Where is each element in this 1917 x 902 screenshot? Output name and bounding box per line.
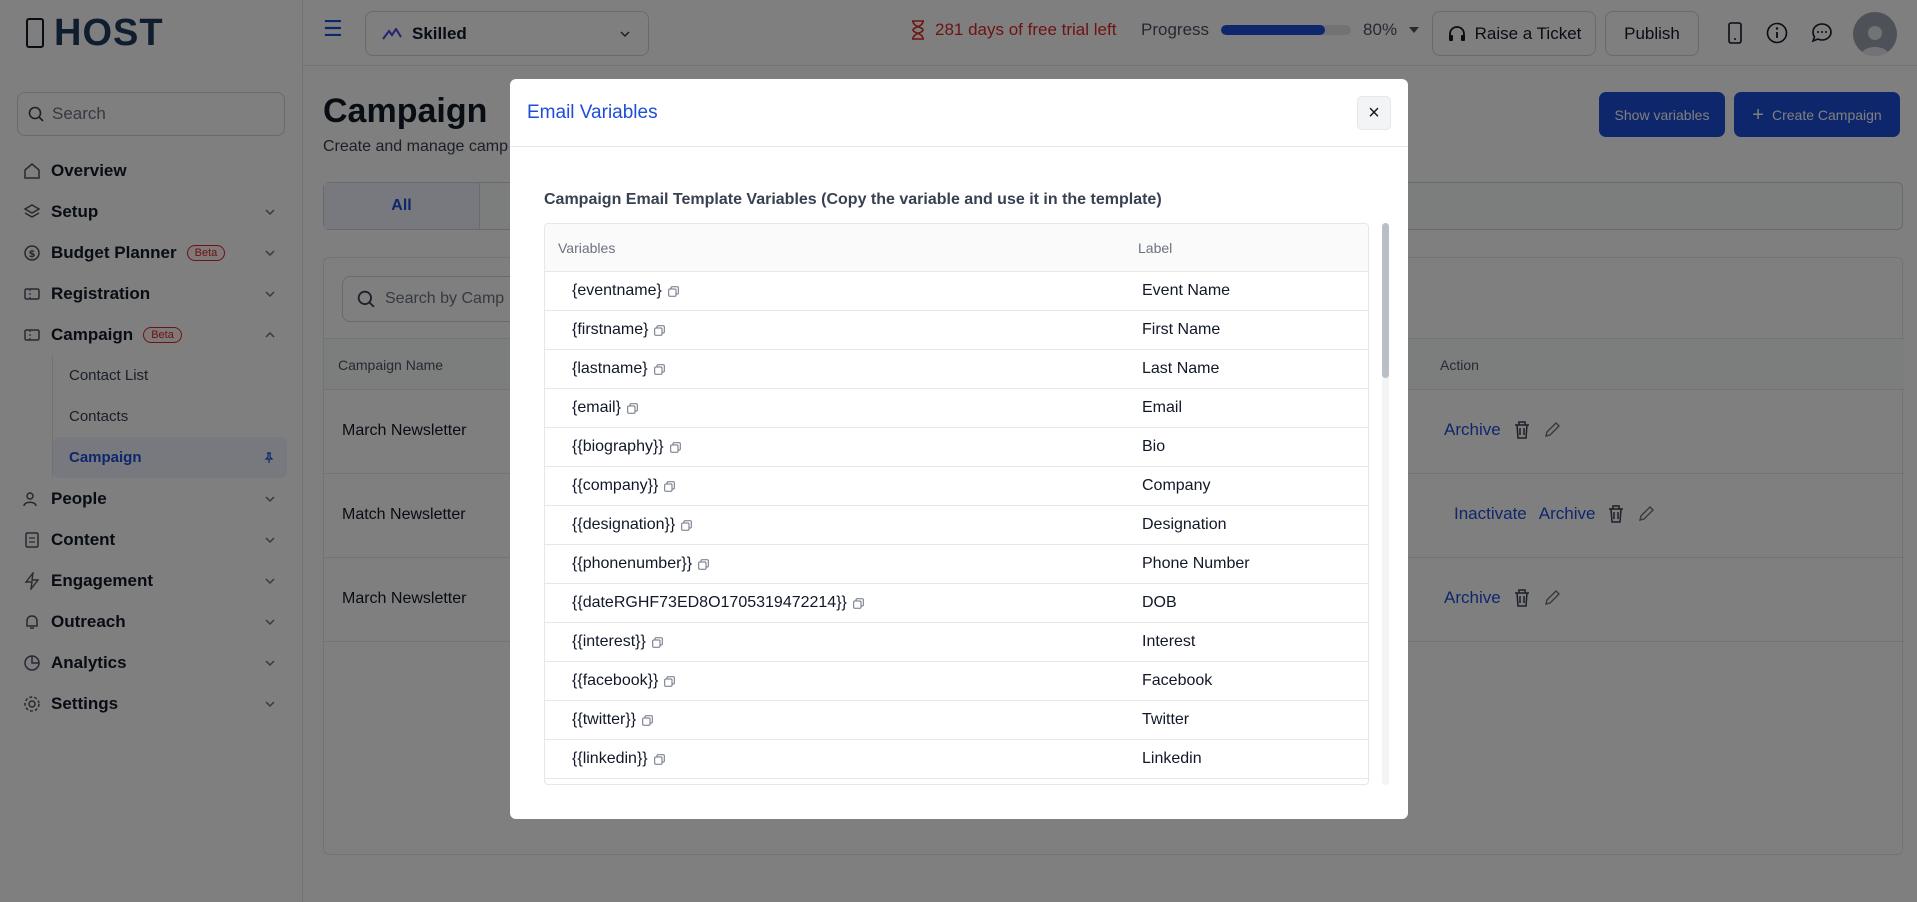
copy-icon[interactable]	[664, 675, 676, 687]
variable-token[interactable]: {{dateRGHF73ED8O1705319472214}}	[572, 594, 847, 612]
variable-cell[interactable]: {email}	[572, 399, 638, 417]
column-header-variables: Variables	[558, 240, 616, 256]
variable-token[interactable]: {{company}}	[572, 477, 658, 495]
close-icon: ×	[1368, 101, 1380, 124]
close-button[interactable]: ×	[1357, 96, 1391, 130]
copy-icon[interactable]	[652, 636, 663, 648]
variable-cell[interactable]: {{linkedin}}	[572, 750, 665, 768]
variable-label: Event Name	[1142, 282, 1231, 299]
copy-icon[interactable]	[627, 402, 638, 414]
variable-cell[interactable]: {{facebook}}	[572, 672, 676, 690]
variable-token[interactable]: {lastname}	[572, 360, 648, 378]
table-row: {email} Email	[545, 389, 1368, 428]
variable-label: First Name	[1142, 321, 1221, 338]
variable-token[interactable]: {email}	[572, 399, 621, 417]
copy-icon[interactable]	[654, 324, 666, 336]
table-row: {{designation}} Designation	[545, 506, 1368, 545]
table-row: {{biography}} Bio	[545, 428, 1368, 467]
copy-icon[interactable]	[853, 597, 864, 609]
variable-cell[interactable]: {firstname}	[572, 321, 666, 339]
variable-token[interactable]: {{designation}}	[572, 516, 675, 534]
variable-cell[interactable]: {{company}}	[572, 477, 676, 495]
variable-token[interactable]: {{linkedin}}	[572, 750, 648, 768]
variable-label: Facebook	[1142, 672, 1213, 689]
variable-cell[interactable]: {eventname}	[572, 282, 679, 300]
table-row: {{facebook}} Facebook	[545, 662, 1368, 701]
email-variables-modal: Email Variables × Campaign Email Templat…	[510, 79, 1408, 819]
variable-token[interactable]: {{interest}}	[572, 633, 646, 651]
table-row: {eventname} Event Name	[545, 272, 1368, 311]
variable-label: Phone Number	[1142, 555, 1250, 572]
copy-icon[interactable]	[642, 714, 653, 726]
variable-token[interactable]: {eventname}	[572, 282, 662, 300]
copy-icon[interactable]	[698, 558, 709, 570]
variable-cell[interactable]: {{biography}}	[572, 438, 681, 456]
variable-cell[interactable]: {{interest}}	[572, 633, 663, 651]
modal-scrollbar[interactable]	[1382, 223, 1389, 785]
column-header-label: Label	[1138, 240, 1173, 256]
variable-token[interactable]: {{facebook}}	[572, 672, 658, 690]
variable-token[interactable]: {firstname}	[572, 321, 648, 339]
variable-cell[interactable]: {{phonenumber}}	[572, 555, 709, 573]
table-row: {{phonenumber}} Phone Number	[545, 545, 1368, 584]
variable-cell[interactable]: {lastname}	[572, 360, 665, 378]
variable-label: Twitter	[1142, 711, 1190, 728]
variables-table-header: Variables Label	[545, 224, 1368, 272]
variable-token[interactable]: {{twitter}}	[572, 711, 636, 729]
variable-cell[interactable]: {{twitter}}	[572, 711, 653, 729]
table-row: {{dateRGHF73ED8O1705319472214}} DOB	[545, 584, 1368, 623]
table-row: {firstname} First Name	[545, 311, 1368, 350]
modal-body: Campaign Email Template Variables (Copy …	[510, 147, 1408, 819]
copy-icon[interactable]	[664, 480, 676, 492]
table-row: {{interest}} Interest	[545, 623, 1368, 662]
variables-table: Variables Label {eventname} Event Name {fi…	[544, 223, 1369, 785]
variable-token[interactable]: {{biography}}	[572, 438, 664, 456]
copy-icon[interactable]	[653, 363, 665, 375]
modal-title: Email Variables	[527, 102, 658, 123]
table-row: {lastname} Last Name	[545, 350, 1368, 389]
variable-label: Company	[1142, 477, 1211, 494]
copy-icon[interactable]	[681, 519, 693, 531]
variable-cell[interactable]: {{designation}}	[572, 516, 693, 534]
table-row: {{linkedin}} Linkedin	[545, 740, 1368, 779]
variable-label: DOB	[1142, 594, 1177, 611]
variable-label: Interest	[1142, 633, 1196, 650]
variable-label: Email	[1142, 399, 1183, 416]
copy-icon[interactable]	[668, 285, 679, 297]
variable-label: Linkedin	[1142, 750, 1202, 767]
variables-table-body: {eventname} Event Name {firstname} First Na…	[545, 272, 1368, 779]
variable-label: Designation	[1142, 516, 1227, 533]
copy-icon[interactable]	[653, 753, 665, 765]
scrollbar-thumb[interactable]	[1382, 223, 1389, 378]
copy-icon[interactable]	[669, 441, 681, 453]
variable-cell[interactable]: {{dateRGHF73ED8O1705319472214}}	[572, 594, 864, 612]
variable-label: Bio	[1142, 438, 1166, 455]
modal-header: Email Variables ×	[510, 79, 1408, 147]
table-row: {{company}} Company	[545, 467, 1368, 506]
variables-heading: Campaign Email Template Variables (Copy …	[544, 191, 1162, 208]
variable-label: Last Name	[1142, 360, 1220, 377]
table-row: {{twitter}} Twitter	[545, 701, 1368, 740]
variable-token[interactable]: {{phonenumber}}	[572, 555, 692, 573]
